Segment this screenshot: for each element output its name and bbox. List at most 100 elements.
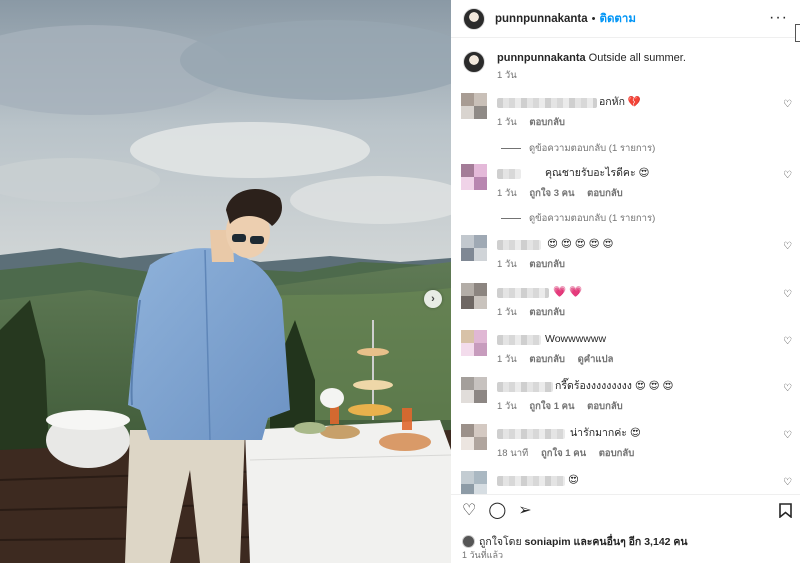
comment-meta: 1 วัน ถูกใจ 3 คน ตอบกลับ bbox=[497, 186, 633, 201]
comment-like-heart-icon[interactable]: ♡ bbox=[783, 241, 792, 252]
see-translation-button[interactable]: ดูคำแปล bbox=[578, 354, 614, 365]
post-photo[interactable]: › bbox=[0, 0, 451, 563]
commenter-avatar[interactable] bbox=[461, 283, 487, 309]
caption-text: Outside all summer. bbox=[588, 52, 686, 64]
comment-text: 😍 bbox=[568, 474, 579, 486]
comment-time: 1 วัน bbox=[497, 117, 517, 128]
caption-time: 1 วัน bbox=[497, 70, 517, 81]
commenter-avatar[interactable] bbox=[461, 164, 487, 190]
liker-avatar bbox=[462, 535, 475, 548]
reply-button[interactable]: ตอบกลับ bbox=[529, 307, 565, 318]
comment-item: กรี๊ดร้องงงงงงงงง 😍 😍 😍 1 วัน ถูกใจ 1 คน… bbox=[451, 377, 800, 421]
follow-button[interactable]: ติดตาม bbox=[600, 10, 636, 28]
view-replies-line bbox=[501, 147, 521, 149]
comment-text: 😍 😍 😍 😍 😍 bbox=[547, 238, 614, 250]
comment-item: 😍 😍 😍 😍 😍 1 วัน ตอบกลับ ♡ bbox=[451, 235, 800, 279]
instagram-post-window: › punnpunnakanta • ติดตาม ··· punnpunnak… bbox=[0, 0, 800, 563]
author-avatar[interactable] bbox=[463, 7, 485, 30]
comment-like-heart-icon[interactable]: ♡ bbox=[783, 289, 792, 300]
comment-item: 💗 💗 1 วัน ตอบกลับ ♡ bbox=[451, 283, 800, 327]
comment-time: 1 วัน bbox=[497, 259, 517, 270]
comment-item: 😍 ♡ bbox=[451, 471, 800, 494]
comment-meta: 1 วัน ตอบกลับ ดูคำแปล bbox=[497, 352, 623, 367]
photo-scene bbox=[0, 0, 451, 563]
comment-like-heart-icon[interactable]: ♡ bbox=[783, 477, 792, 488]
commenter-avatar[interactable] bbox=[461, 330, 487, 356]
bookmark-shape bbox=[779, 503, 792, 519]
commenter-avatar[interactable] bbox=[461, 235, 487, 261]
comment-time: 1 วัน bbox=[497, 401, 517, 412]
comment-like-heart-icon[interactable]: ♡ bbox=[783, 383, 792, 394]
comments-list[interactable]: punnpunnakanta Outside all summer. 1 วัน… bbox=[451, 39, 800, 494]
more-icon[interactable]: ··· bbox=[769, 10, 788, 26]
comment-meta: 18 นาที ถูกใจ 1 คน ตอบกลับ bbox=[497, 446, 644, 461]
comment-meta: 1 วัน ตอบกลับ bbox=[497, 305, 575, 320]
caption-username[interactable]: punnpunnakanta bbox=[497, 52, 586, 64]
blurred-username bbox=[497, 169, 521, 179]
view-replies-line bbox=[501, 217, 521, 219]
likes-count[interactable]: 3,142 คน bbox=[644, 533, 687, 550]
comment-text: คุณชายรับอะไรดีคะ 😍 bbox=[545, 167, 650, 179]
post-time-ago: 1 วันที่แล้ว bbox=[462, 550, 504, 560]
blurred-username bbox=[497, 98, 597, 108]
commenter-avatar[interactable] bbox=[461, 424, 487, 450]
blurred-username bbox=[497, 288, 549, 298]
blurred-username bbox=[497, 240, 541, 250]
liked-by-username[interactable]: soniapim bbox=[525, 536, 571, 548]
comment-like-heart-icon[interactable]: ♡ bbox=[783, 336, 792, 347]
blurred-username bbox=[497, 382, 553, 392]
blurred-username bbox=[497, 335, 541, 345]
comment-text: Wowwwwww bbox=[545, 333, 607, 345]
heart-icon[interactable]: ♡ bbox=[462, 503, 476, 519]
comment-item: Wowwwwww 1 วัน ตอบกลับ ดูคำแปล ♡ bbox=[451, 330, 800, 374]
post-header: punnpunnakanta • ติดตาม ··· bbox=[451, 0, 800, 42]
reply-button[interactable]: ตอบกลับ bbox=[529, 117, 565, 128]
commenter-avatar[interactable] bbox=[461, 93, 487, 119]
comment-text: น่ารักมากค่ะ 😍 bbox=[570, 427, 641, 439]
comment-time: 1 วัน bbox=[497, 307, 517, 318]
comment-like-heart-icon[interactable]: ♡ bbox=[783, 430, 792, 441]
comment-time: 1 วัน bbox=[497, 188, 517, 199]
view-replies-label: ดูข้อความตอบกลับ (1 รายการ) bbox=[529, 213, 656, 224]
blurred-username bbox=[497, 476, 565, 486]
blurred-username bbox=[497, 429, 565, 439]
commenter-avatar[interactable] bbox=[461, 377, 487, 403]
comment-text: 💗 💗 bbox=[553, 286, 583, 298]
post-footer: ♡ ◯ ➢ ถูกใจโดย soniapim และคนอื่นๆ อีก 3… bbox=[451, 494, 800, 563]
reply-button[interactable]: ตอบกลับ bbox=[529, 354, 565, 365]
comment-text: กรี๊ดร้องงงงงงงงง 😍 😍 😍 bbox=[555, 380, 674, 392]
author-avatar[interactable] bbox=[463, 51, 485, 73]
comment-time: 18 นาที bbox=[497, 448, 529, 459]
view-replies-label: ดูข้อความตอบกลับ (1 รายการ) bbox=[529, 143, 656, 154]
comment-likes-count[interactable]: ถูกใจ 1 คน bbox=[529, 401, 574, 412]
comment-likes-count[interactable]: ถูกใจ 3 คน bbox=[529, 188, 574, 199]
paper-plane-icon[interactable]: ➢ bbox=[518, 503, 531, 519]
comment-text: อกหัก 💔 bbox=[599, 96, 641, 108]
reply-button[interactable]: ตอบกลับ bbox=[587, 188, 623, 199]
author-username[interactable]: punnpunnakanta bbox=[495, 13, 588, 25]
reply-button[interactable]: ตอบกลับ bbox=[587, 401, 623, 412]
comment-meta: 1 วัน ตอบกลับ bbox=[497, 115, 575, 130]
comment-like-heart-icon[interactable]: ♡ bbox=[783, 170, 792, 181]
comment-item: น่ารักมากค่ะ 😍 18 นาที ถูกใจ 1 คน ตอบกลั… bbox=[451, 424, 800, 468]
commenter-avatar[interactable] bbox=[461, 471, 487, 494]
reply-button[interactable]: ตอบกลับ bbox=[529, 259, 565, 270]
post-sidebar: punnpunnakanta • ติดตาม ··· punnpunnakan… bbox=[451, 0, 800, 563]
view-replies-button[interactable]: ดูข้อความตอบกลับ (1 รายการ) bbox=[501, 211, 655, 226]
comment-likes-count[interactable]: ถูกใจ 1 คน bbox=[541, 448, 586, 459]
comment-like-heart-icon[interactable]: ♡ bbox=[783, 99, 792, 110]
comment-icon[interactable]: ◯ bbox=[488, 503, 506, 519]
next-photo-button[interactable]: › bbox=[424, 290, 442, 308]
comment-item: คุณชายรับอะไรดีคะ 😍 1 วัน ถูกใจ 3 คน ตอบ… bbox=[451, 164, 800, 208]
comment-item: อกหัก 💔 1 วัน ตอบกลับ ♡ bbox=[451, 93, 800, 137]
reply-button[interactable]: ตอบกลับ bbox=[599, 448, 635, 459]
separator-dot: • bbox=[591, 12, 596, 25]
comment-meta: 1 วัน ตอบกลับ bbox=[497, 257, 575, 272]
view-replies-button[interactable]: ดูข้อความตอบกลับ (1 รายการ) bbox=[501, 141, 655, 156]
post-caption: punnpunnakanta Outside all summer. 1 วัน bbox=[451, 39, 800, 91]
bookmark-icon[interactable] bbox=[779, 503, 792, 523]
chevron-right-icon: › bbox=[431, 292, 435, 305]
likes-middle: และคนอื่นๆ อีก bbox=[573, 536, 642, 548]
action-bar: ♡ ◯ ➢ bbox=[462, 503, 532, 519]
comment-time: 1 วัน bbox=[497, 354, 517, 365]
